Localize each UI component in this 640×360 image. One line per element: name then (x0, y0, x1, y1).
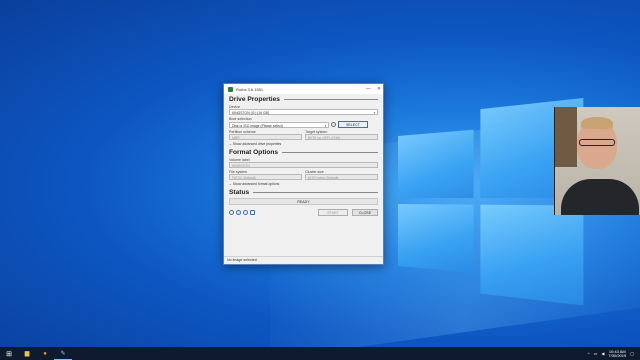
status-progress-bar: READY (229, 198, 378, 205)
volume-label-field[interactable]: KINGSTON (229, 162, 378, 168)
check-icon[interactable] (331, 122, 336, 127)
device-dropdown[interactable]: KINGSTON (G:) [16 GB] ▼ (229, 109, 378, 115)
status-heading: Status (229, 189, 378, 196)
webcam-overlay (554, 107, 640, 215)
show-advanced-drive-toggle[interactable]: ⌄ Show advanced drive properties (229, 142, 378, 146)
close-button[interactable]: CLOSE (352, 209, 378, 216)
target-system-dropdown[interactable]: BIOS (or UEFI-CSM) (305, 134, 378, 140)
language-icon[interactable] (229, 210, 234, 215)
taskbar: ⊞ ▆ ● ✎ ^ ▭ ◀ 10:43 AM 7/30/2019 ▢ (0, 347, 640, 360)
window-title: Rufus 3.6.1551 (236, 86, 264, 92)
info-icon[interactable] (236, 210, 241, 215)
rufus-app-icon (228, 86, 233, 92)
clock-date: 7/30/2019 (608, 352, 627, 358)
device-value: KINGSTON (G:) [16 GB] (232, 111, 269, 115)
partition-scheme-dropdown[interactable]: MBR (229, 134, 302, 140)
boot-selection-value: Disk or ISO image (Please select) (232, 123, 283, 128)
rufus-window: Rufus 3.6.1551 — ✕ Drive Properties Devi… (223, 83, 384, 265)
windows-icon[interactable]: ⊞ (0, 347, 18, 360)
volume-icon[interactable]: ◀ (601, 351, 604, 356)
chevron-down-icon: ▼ (373, 111, 376, 115)
rufus-taskbar-icon[interactable]: ✎ (54, 347, 72, 360)
file-system-dropdown[interactable]: FAT32 (Default) (229, 174, 302, 180)
rufus-titlebar[interactable]: Rufus 3.6.1551 — ✕ (224, 84, 383, 94)
status-bar: No image selected (224, 256, 383, 264)
show-advanced-format-toggle[interactable]: ⌄ Show advanced format options (229, 182, 378, 186)
tray-expand-icon[interactable]: ^ (588, 351, 590, 356)
format-options-heading: Format Options (229, 149, 378, 156)
minimize-icon[interactable]: — (366, 86, 371, 92)
boot-selection-dropdown[interactable]: Disk or ISO image (Please select) ▼ (229, 121, 329, 128)
cluster-size-dropdown[interactable]: 8192 bytes (Default) (305, 174, 378, 180)
start-button[interactable]: START (318, 209, 348, 216)
select-button[interactable]: SELECT (338, 121, 368, 128)
network-icon[interactable]: ▭ (594, 351, 598, 356)
drive-properties-heading: Drive Properties (229, 96, 378, 103)
chevron-down-icon: ▼ (324, 123, 327, 128)
log-icon[interactable] (250, 210, 255, 215)
settings-icon[interactable] (243, 210, 248, 215)
browser-icon[interactable]: ● (36, 347, 54, 360)
notifications-icon[interactable]: ▢ (630, 351, 634, 356)
file-explorer-icon[interactable]: ▆ (18, 347, 36, 360)
close-icon[interactable]: ✕ (377, 86, 381, 92)
taskbar-clock[interactable]: 10:43 AM 7/30/2019 (608, 349, 627, 358)
